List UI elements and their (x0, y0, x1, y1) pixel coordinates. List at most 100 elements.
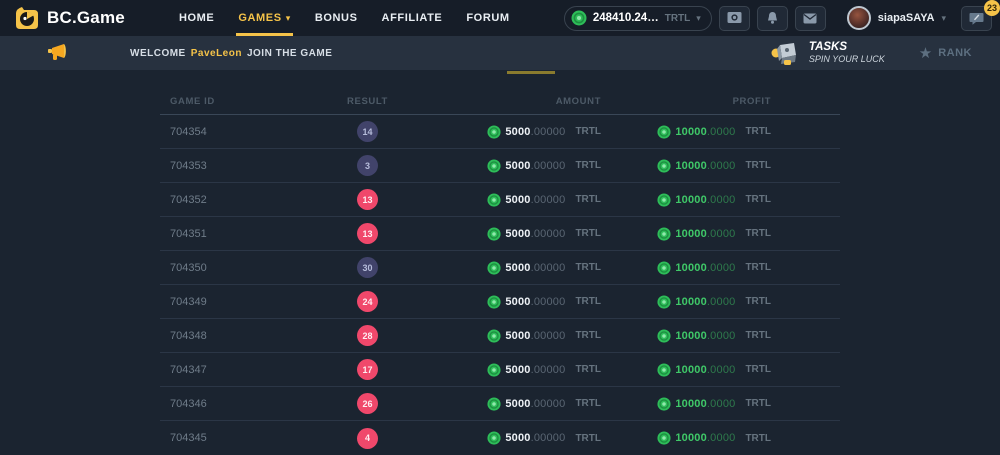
tasks-title: TASKS (809, 41, 885, 54)
profit-cell: 10000.0000 TRTL (605, 397, 775, 411)
game-id-cell: 704345 (160, 432, 270, 444)
navbar-right-cluster: 248410.24… TRTL ▾ siapaSAYA ▾ (564, 6, 992, 31)
profit-value: 10000.0000 (675, 160, 735, 172)
menu-item-affiliate[interactable]: AFFILIATE (370, 0, 455, 36)
active-tab-indicator (507, 71, 555, 74)
game-id-cell: 704349 (160, 296, 270, 308)
amount-value: 5000.00000 (505, 398, 565, 410)
welcome-word: WELCOME (130, 48, 186, 59)
coin-icon (487, 261, 501, 275)
table-row[interactable]: 704345 4 5000.00000 TRTL 10000.0000 TRTL (160, 421, 840, 455)
coin-icon (657, 261, 671, 275)
table-row[interactable]: 704349 24 5000.00000 TRTL 10000.0000 TRT… (160, 285, 840, 319)
vault-button[interactable] (719, 6, 750, 31)
table-row[interactable]: 704347 17 5000.00000 TRTL 10000.0000 TRT… (160, 353, 840, 387)
profit-currency: TRTL (745, 398, 771, 409)
menu-label: GAMES (238, 12, 281, 24)
profit-cell: 10000.0000 TRTL (605, 193, 775, 207)
table-row[interactable]: 704354 14 5000.00000 TRTL 10000.0000 TRT… (160, 115, 840, 149)
brand-name: BC.Game (47, 8, 125, 28)
table-row[interactable]: 704353 3 5000.00000 TRTL 10000.0000 TRTL (160, 149, 840, 183)
result-badge: 4 (357, 428, 378, 449)
result-cell: 4 (270, 428, 465, 449)
amount-currency: TRTL (575, 194, 601, 205)
coin-icon (487, 227, 501, 241)
result-badge: 17 (357, 359, 378, 380)
balance-selector[interactable]: 248410.24… TRTL ▾ (564, 6, 712, 31)
profit-currency: TRTL (745, 296, 771, 307)
result-badge: 24 (357, 291, 378, 312)
amount-currency: TRTL (575, 296, 601, 307)
username: siapaSAYA (878, 12, 935, 24)
profit-currency: TRTL (745, 126, 771, 137)
profit-cell: 10000.0000 TRTL (605, 227, 775, 241)
menu-item-bonus[interactable]: BONUS (303, 0, 370, 36)
table-row[interactable]: 704346 26 5000.00000 TRTL 10000.0000 TRT… (160, 387, 840, 421)
rank-widget[interactable]: ★ RANK (919, 46, 972, 61)
result-cell: 13 (270, 189, 465, 210)
menu-label: FORUM (466, 12, 509, 24)
messages-button[interactable] (795, 6, 826, 31)
amount-value: 5000.00000 (505, 160, 565, 172)
tasks-dice-icon (770, 40, 800, 66)
welcome-username: PaveLeon (191, 48, 242, 59)
coin-icon (657, 193, 671, 207)
coin-icon (657, 125, 671, 139)
vault-icon (727, 11, 742, 25)
profit-cell: 10000.0000 TRTL (605, 159, 775, 173)
header-amount: AMOUNT (465, 96, 605, 107)
user-menu[interactable]: siapaSAYA ▾ (847, 6, 946, 30)
amount-value: 5000.00000 (505, 262, 565, 274)
amount-cell: 5000.00000 TRTL (465, 193, 605, 207)
result-cell: 30 (270, 257, 465, 278)
menu-item-home[interactable]: HOME (167, 0, 226, 36)
tasks-widget[interactable]: TASKS SPIN YOUR LUCK (770, 40, 885, 66)
table-row[interactable]: 704348 28 5000.00000 TRTL 10000.0000 TRT… (160, 319, 840, 353)
bell-icon (766, 11, 779, 25)
result-cell: 17 (270, 359, 465, 380)
notifications-button[interactable] (757, 6, 788, 31)
result-badge: 3 (357, 155, 378, 176)
amount-cell: 5000.00000 TRTL (465, 261, 605, 275)
table-row[interactable]: 704351 13 5000.00000 TRTL 10000.0000 TRT… (160, 217, 840, 251)
amount-cell: 5000.00000 TRTL (465, 227, 605, 241)
coin-icon (487, 363, 501, 377)
profit-currency: TRTL (745, 262, 771, 273)
amount-currency: TRTL (575, 330, 601, 341)
table-row[interactable]: 704352 13 5000.00000 TRTL 10000.0000 TRT… (160, 183, 840, 217)
menu-label: HOME (179, 12, 214, 24)
chat-button[interactable]: 23 (961, 6, 992, 31)
profit-cell: 10000.0000 TRTL (605, 431, 775, 445)
chevron-down-icon: ▾ (941, 13, 946, 24)
chevron-down-icon: ▾ (286, 13, 291, 24)
game-results-table: GAME ID RESULT AMOUNT PROFIT 704354 14 5… (160, 70, 840, 455)
profit-value: 10000.0000 (675, 330, 735, 342)
profit-value: 10000.0000 (675, 364, 735, 376)
amount-cell: 5000.00000 TRTL (465, 329, 605, 343)
announcement-bar: WELCOME PaveLeon JOIN THE GAME TASKS SPI… (0, 36, 1000, 70)
brand-logo[interactable]: BC.Game (14, 6, 125, 31)
menu-item-forum[interactable]: FORUM (454, 0, 521, 36)
result-badge: 30 (357, 257, 378, 278)
profit-value: 10000.0000 (675, 126, 735, 138)
amount-value: 5000.00000 (505, 364, 565, 376)
coin-icon (487, 295, 501, 309)
table-row[interactable]: 704350 30 5000.00000 TRTL 10000.0000 TRT… (160, 251, 840, 285)
game-id-cell: 704354 (160, 126, 270, 138)
menu-label: AFFILIATE (382, 12, 443, 24)
game-id-cell: 704353 (160, 160, 270, 172)
menu-label: BONUS (315, 12, 358, 24)
coin-icon (657, 363, 671, 377)
welcome-message: WELCOME PaveLeon JOIN THE GAME (130, 48, 332, 59)
profit-currency: TRTL (745, 364, 771, 375)
amount-currency: TRTL (575, 398, 601, 409)
chat-icon (969, 12, 984, 25)
profit-currency: TRTL (745, 160, 771, 171)
menu-item-games[interactable]: GAMES ▾ (226, 0, 302, 36)
profit-value: 10000.0000 (675, 194, 735, 206)
amount-value: 5000.00000 (505, 432, 565, 444)
game-id-cell: 704350 (160, 262, 270, 274)
coin-icon (487, 159, 501, 173)
amount-value: 5000.00000 (505, 126, 565, 138)
mail-icon (803, 13, 817, 24)
